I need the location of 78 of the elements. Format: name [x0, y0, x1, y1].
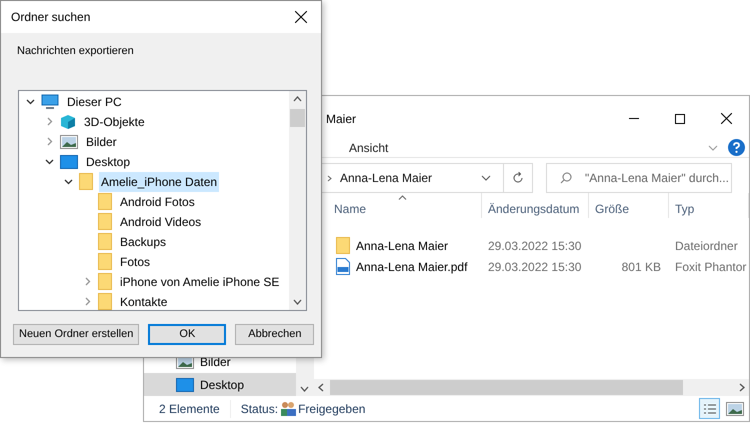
file-name[interactable]: Anna-Lena Maier — [356, 236, 448, 254]
chevron-down-icon[interactable] — [481, 175, 491, 181]
chevron-right-icon[interactable] — [44, 117, 54, 126]
folder-icon — [98, 253, 112, 270]
chevron-down-icon[interactable] — [44, 157, 54, 166]
tree-item[interactable]: Amelie_iPhone Daten — [99, 172, 220, 192]
scroll-up-icon[interactable] — [293, 96, 302, 102]
folder-icon — [98, 233, 112, 250]
ribbon-tab[interactable]: Ansicht — [349, 138, 388, 156]
picture-icon — [726, 402, 744, 416]
search-icon — [560, 172, 572, 184]
computer-icon — [41, 94, 59, 110]
dialog-button[interactable]: OK — [148, 324, 226, 344]
chevron-right-icon[interactable] — [44, 137, 54, 146]
table-cell-text: Foxit Phantor — [674, 258, 748, 276]
scrollbar[interactable] — [289, 90, 306, 310]
table-cell-text: 801 KB — [622, 258, 661, 276]
folder-icon — [98, 273, 112, 290]
table-cell-text: 29.03.2022 15:30 — [487, 238, 582, 254]
scroll-down-icon[interactable] — [293, 298, 302, 304]
chevron-right-icon[interactable] — [82, 277, 92, 286]
window-title: Maier — [326, 110, 356, 128]
desktop-icon — [176, 378, 194, 392]
chevron-right-icon[interactable] — [82, 297, 92, 306]
chevron-down-icon[interactable] — [26, 97, 34, 106]
scroll-right-icon[interactable] — [739, 383, 745, 392]
maximize-icon — [675, 114, 685, 124]
chevron-down-icon[interactable] — [64, 177, 72, 186]
scroll-left-icon[interactable] — [318, 383, 324, 392]
close-icon — [295, 11, 307, 23]
users-icon — [280, 401, 296, 416]
help-icon[interactable] — [728, 139, 745, 156]
column-header[interactable]: Name — [328, 193, 482, 218]
pdf-file-icon — [336, 258, 350, 275]
folder-icon — [98, 293, 112, 310]
chevron-right-icon — [327, 174, 332, 182]
tree-item[interactable]: Bilder — [84, 132, 119, 152]
table-cell-text: Dateiordner — [674, 238, 739, 254]
folder-icon — [98, 193, 112, 210]
column-header[interactable]: Typ — [669, 193, 749, 218]
folder-icon — [79, 173, 93, 190]
search-field[interactable]: "Anna-Lena Maier" durch... — [546, 163, 732, 193]
column-header[interactable]: Änderungsdatum — [482, 193, 589, 218]
refresh-icon — [512, 172, 524, 184]
dialog-description: Nachrichten exportieren — [17, 44, 135, 59]
table-cell-text: 29.03.2022 15:30 — [487, 258, 582, 276]
scroll-down-icon[interactable] — [300, 386, 309, 392]
folder-icon — [336, 237, 350, 254]
minimize-icon — [629, 118, 639, 119]
breadcrumb[interactable]: Anna-Lena Maier — [340, 169, 432, 187]
scroll-thumb[interactable] — [330, 380, 683, 395]
cube-icon — [60, 114, 76, 130]
tree-item[interactable]: Kontakte — [118, 292, 170, 310]
details-list-icon — [702, 402, 716, 414]
picture-icon — [60, 134, 78, 148]
desktop-icon — [60, 154, 78, 168]
tree-item[interactable]: Dieser PC — [65, 92, 124, 112]
tree-item[interactable]: iPhone von Amelie iPhone SE — [118, 272, 282, 292]
close-icon — [720, 113, 732, 124]
tree-item[interactable]: Backups — [118, 232, 168, 252]
tree-item[interactable]: 3D-Objekte — [82, 112, 147, 132]
status-value: Freigegeben — [298, 400, 366, 418]
status-label: Status: — [240, 400, 278, 418]
folder-icon — [98, 213, 112, 230]
dialog-button[interactable]: Neuen Ordner erstellen — [13, 324, 140, 344]
tree-item[interactable]: Fotos — [118, 252, 152, 272]
tree-item[interactable]: Desktop — [84, 152, 132, 172]
scroll-thumb[interactable] — [290, 108, 305, 126]
dialog-button[interactable]: Abbrechen — [235, 324, 314, 344]
tree-item[interactable]: Android Fotos — [118, 192, 197, 212]
item-count: 2 Elemente — [159, 400, 231, 418]
dialog-title: Ordner suchen — [11, 9, 90, 26]
file-name[interactable]: Anna-Lena Maier.pdf — [356, 258, 468, 276]
nav-item[interactable]: Desktop — [144, 373, 296, 396]
horizontal-scrollbar[interactable] — [314, 379, 749, 396]
details-view-button[interactable] — [699, 398, 720, 419]
tree-item[interactable]: Android Videos — [118, 212, 204, 232]
column-header[interactable]: Größe — [589, 193, 669, 218]
